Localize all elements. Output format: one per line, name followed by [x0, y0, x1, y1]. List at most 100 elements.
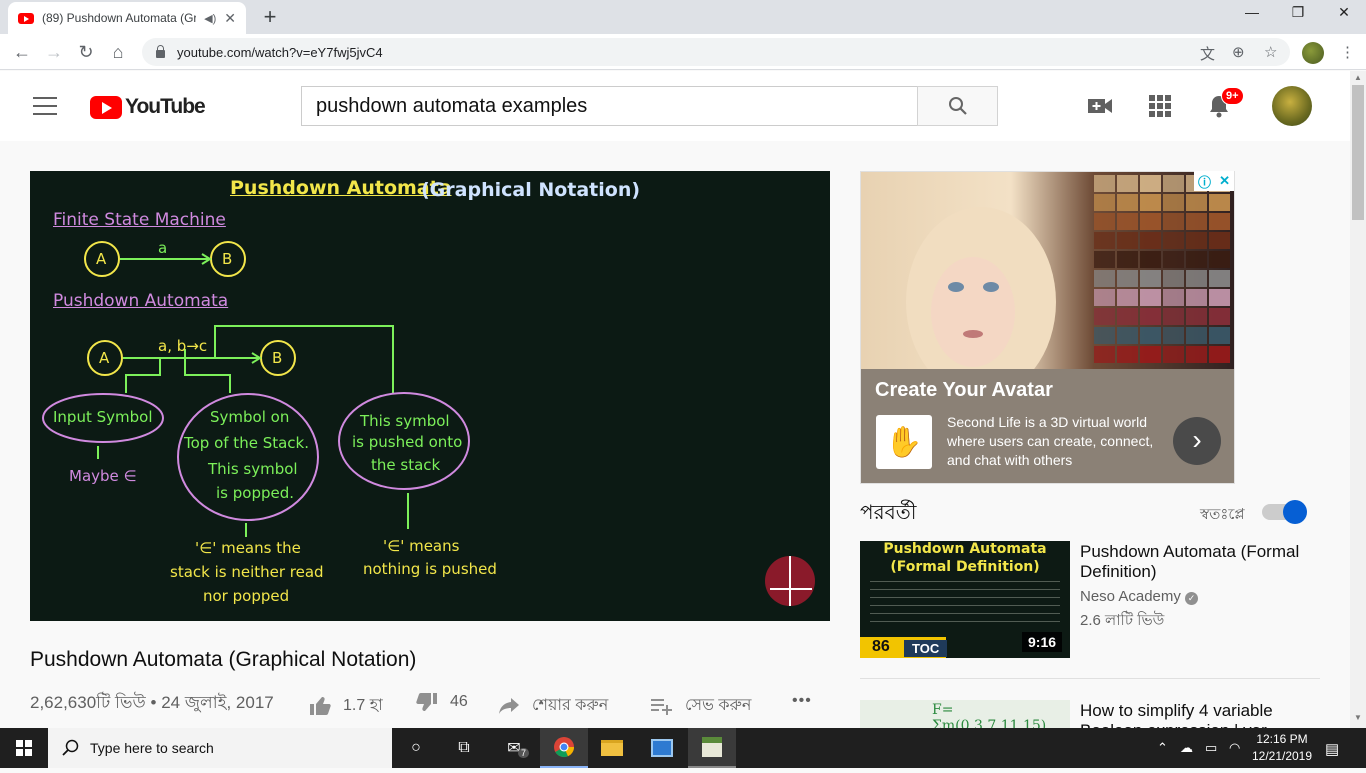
ad-close-icon[interactable]: ✕: [1219, 173, 1230, 189]
ad-card[interactable]: Create Your Avatar ✋ Second Life is a 3D…: [860, 171, 1235, 484]
action-center-icon[interactable]: ▤: [1325, 740, 1339, 758]
recommended-views: 2.6 লাটি ভিউ: [1080, 612, 1165, 629]
slide-heading-suffix: (Graphical Notation): [421, 179, 641, 201]
video-title: Pushdown Automata (Graphical Notation): [30, 648, 417, 671]
dislike-button[interactable]: 46: [416, 692, 468, 712]
start-button[interactable]: [0, 728, 48, 768]
zoom-icon[interactable]: ⊕: [1232, 43, 1245, 61]
close-window-button[interactable]: ✕: [1321, 4, 1366, 26]
minimize-button[interactable]: —: [1229, 4, 1275, 26]
youtube-wordmark: YouTube: [125, 95, 206, 118]
up-next-heading: পরবর্তী: [860, 502, 917, 524]
windows-taskbar: Type here to search ○ ⧉ ✉ 7 ⌃ ☁ ▭ ◠ 12:16…: [0, 728, 1366, 768]
video-view-count-date: 2,62,630টি ভিউ • 24 জুলাই, 2017: [30, 693, 274, 712]
task-view-icon[interactable]: ⧉: [440, 728, 488, 768]
pop-note-line3: nor popped: [203, 587, 290, 605]
search-input[interactable]: pushdown automata examples: [301, 86, 918, 126]
recommended-title[interactable]: Pushdown Automata (Formal Definition): [1080, 542, 1310, 582]
save-label: সেভ করুন: [685, 697, 752, 714]
youtube-header: YouTube pushdown automata examples 9+: [0, 71, 1350, 141]
like-count: 1.7 হা: [343, 697, 383, 714]
home-icon[interactable]: ⌂: [106, 40, 130, 64]
youtube-logo[interactable]: YouTube: [90, 95, 206, 119]
ad-choices[interactable]: ⓘ ✕: [1194, 171, 1234, 191]
slide-heading: Pushdown Automata: [230, 177, 452, 199]
thumbs-down-icon: [416, 693, 437, 711]
thumb-title-line1: Pushdown Automata: [883, 541, 1047, 557]
fsm-state-b: B: [222, 250, 233, 268]
app-pinned-icon[interactable]: [688, 728, 736, 768]
restore-button[interactable]: ❐: [1275, 4, 1321, 26]
save-button[interactable]: সেভ করুন: [651, 692, 751, 719]
thumbs-up-icon: [310, 696, 331, 715]
wifi-icon[interactable]: ◠: [1229, 740, 1240, 756]
recommended-thumbnail-2[interactable]: F= Σm(0,3,7,11,15): [860, 700, 1070, 730]
push-note-line2: nothing is pushed: [363, 560, 497, 578]
tab-title: (89) Pushdown Automata (Gr: [42, 11, 197, 25]
chrome-taskbar-icon[interactable]: [540, 728, 588, 768]
browser-toolbar: ← → ↻ ⌂ youtube.com/watch?v=eY7fwj5jvC4 …: [0, 34, 1366, 70]
url-text: youtube.com/watch?v=eY7fwj5jvC4: [177, 44, 383, 60]
thumb-title-line2: (Formal Definition): [890, 559, 1040, 575]
page-scrollbar[interactable]: ▲ ▼: [1350, 71, 1366, 728]
contacts-app-icon[interactable]: [638, 728, 686, 768]
taskbar-clock[interactable]: 12:16 PM 12/21/2019: [1245, 731, 1319, 765]
new-tab-button[interactable]: +: [258, 4, 282, 30]
cortana-icon[interactable]: ○: [392, 728, 440, 768]
pda-state-a: A: [99, 349, 110, 367]
thumb-number: 86: [872, 638, 890, 655]
ad-avatar-illustration: [906, 175, 1230, 397]
reload-icon[interactable]: ↻: [74, 40, 98, 64]
battery-icon[interactable]: ▭: [1205, 740, 1217, 756]
search-button[interactable]: [917, 86, 998, 126]
scroll-up-arrow-icon[interactable]: ▲: [1354, 73, 1362, 82]
onedrive-icon[interactable]: ☁: [1180, 740, 1193, 756]
scrollbar-thumb[interactable]: [1352, 85, 1364, 220]
user-avatar[interactable]: [1272, 86, 1312, 126]
recommended-channel[interactable]: Neso Academy ✓: [1080, 588, 1199, 605]
address-bar[interactable]: youtube.com/watch?v=eY7fwj5jvC4: [142, 38, 1290, 66]
like-button[interactable]: 1.7 হা: [309, 692, 383, 719]
channel-name: Neso Academy: [1080, 588, 1181, 605]
ad-next-chevron-icon[interactable]: ›: [1173, 417, 1221, 465]
scroll-down-arrow-icon[interactable]: ▼: [1354, 713, 1362, 722]
back-icon[interactable]: ←: [10, 40, 34, 64]
taskbar-search-placeholder: Type here to search: [90, 740, 214, 756]
bubble-pop-line3: This symbol: [208, 460, 298, 478]
translate-icon[interactable]: 文: [1200, 43, 1215, 64]
taskbar-search-icon: [62, 739, 79, 756]
more-actions-button[interactable]: •••: [792, 692, 812, 710]
browser-tab[interactable]: (89) Pushdown Automata (Gr ◀) ✕: [8, 2, 246, 34]
autoplay-toggle[interactable]: [1262, 500, 1307, 524]
tray-chevron-icon[interactable]: ⌃: [1157, 740, 1168, 756]
pda-state-b: B: [272, 349, 283, 367]
hamburger-menu-icon[interactable]: [33, 97, 57, 115]
speaker-icon[interactable]: ◀): [204, 12, 216, 25]
ad-info-icon[interactable]: ⓘ: [1198, 172, 1211, 191]
forward-icon[interactable]: →: [42, 40, 66, 64]
browser-profile-avatar[interactable]: [1302, 42, 1324, 64]
chrome-logo-icon: [554, 737, 575, 758]
video-player[interactable]: Pushdown Automata (Graphical Notation) F…: [30, 171, 830, 621]
taskbar-search[interactable]: Type here to search: [48, 728, 392, 768]
autoplay-label: স্বতঃপ্লে: [1200, 506, 1245, 523]
apps-grid-icon[interactable]: [1147, 93, 1173, 119]
clock-time: 12:16 PM: [1256, 732, 1308, 746]
browser-menu-icon[interactable]: ⋮: [1340, 43, 1355, 61]
share-icon: [499, 697, 519, 714]
file-explorer-icon[interactable]: [588, 728, 636, 768]
close-tab-icon[interactable]: ✕: [224, 10, 236, 27]
browser-tab-strip: (89) Pushdown Automata (Gr ◀) ✕ + — ❐ ✕: [0, 0, 1366, 34]
create-video-icon[interactable]: [1087, 93, 1113, 119]
pop-note-line2: stack is neither read: [170, 563, 324, 581]
recommended-thumbnail[interactable]: Pushdown Automata (Formal Definition) 86…: [860, 541, 1070, 658]
mail-icon[interactable]: ✉ 7: [490, 728, 538, 768]
ad-image: [861, 172, 1234, 397]
youtube-play-icon: [90, 95, 122, 119]
bubble-push-line2: is pushed onto: [352, 433, 463, 451]
bubble-push-line1: This symbol: [360, 412, 450, 430]
share-button[interactable]: শেয়ার করুন: [498, 692, 608, 719]
recommended-title-2[interactable]: How to simplify 4 variable Boolean expre…: [1080, 701, 1310, 728]
bubble-push-line3: the stack: [371, 456, 441, 474]
bookmark-star-icon[interactable]: ☆: [1264, 43, 1277, 61]
